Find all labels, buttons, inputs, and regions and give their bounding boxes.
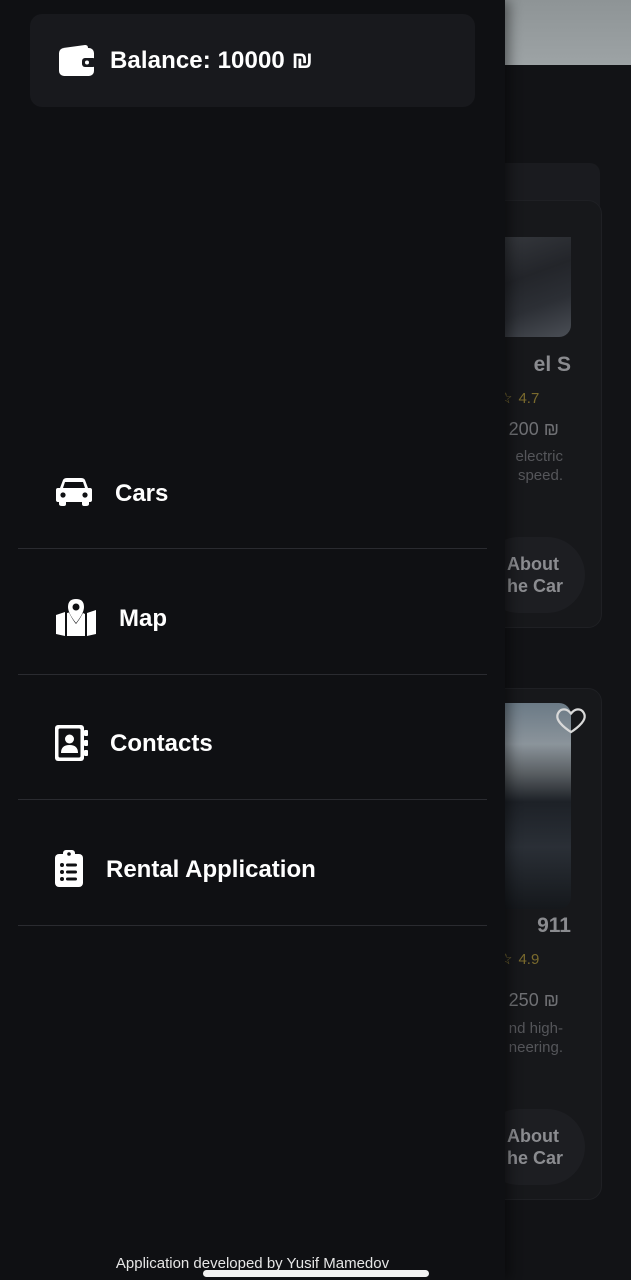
menu-item-cars[interactable]: Cars	[18, 424, 487, 549]
menu-item-label: Contacts	[110, 730, 213, 757]
menu-item-label: Rental Application	[106, 856, 316, 883]
car-rating: ☆ 4.7	[499, 390, 540, 407]
heart-icon[interactable]	[554, 703, 588, 737]
menu-item-label: Map	[119, 605, 167, 632]
menu-item-rental-application[interactable]: Rental Application	[18, 801, 487, 926]
balance-label: Balance: 10000 ₪	[110, 46, 313, 74]
menu-item-map[interactable]: Map	[18, 550, 487, 675]
menu-item-label: Cars	[115, 480, 169, 507]
car-rating: ☆ 4.9	[499, 951, 540, 968]
balance-card: Balance: 10000 ₪	[30, 14, 475, 107]
header-image	[505, 0, 631, 65]
navigation-drawer: Balance: 10000 ₪ Cars Map Contacts Renta…	[0, 0, 505, 1280]
menu-item-contacts[interactable]: Contacts	[18, 675, 487, 800]
car-icon	[56, 478, 92, 506]
app-screen: el S ☆ 4.7 200 ₪ electric speed. About he …	[0, 0, 631, 1280]
map-icon	[56, 599, 96, 636]
home-indicator[interactable]	[203, 1270, 429, 1277]
contacts-icon	[55, 725, 88, 761]
wallet-icon	[59, 44, 96, 76]
clipboard-list-icon	[55, 850, 83, 887]
